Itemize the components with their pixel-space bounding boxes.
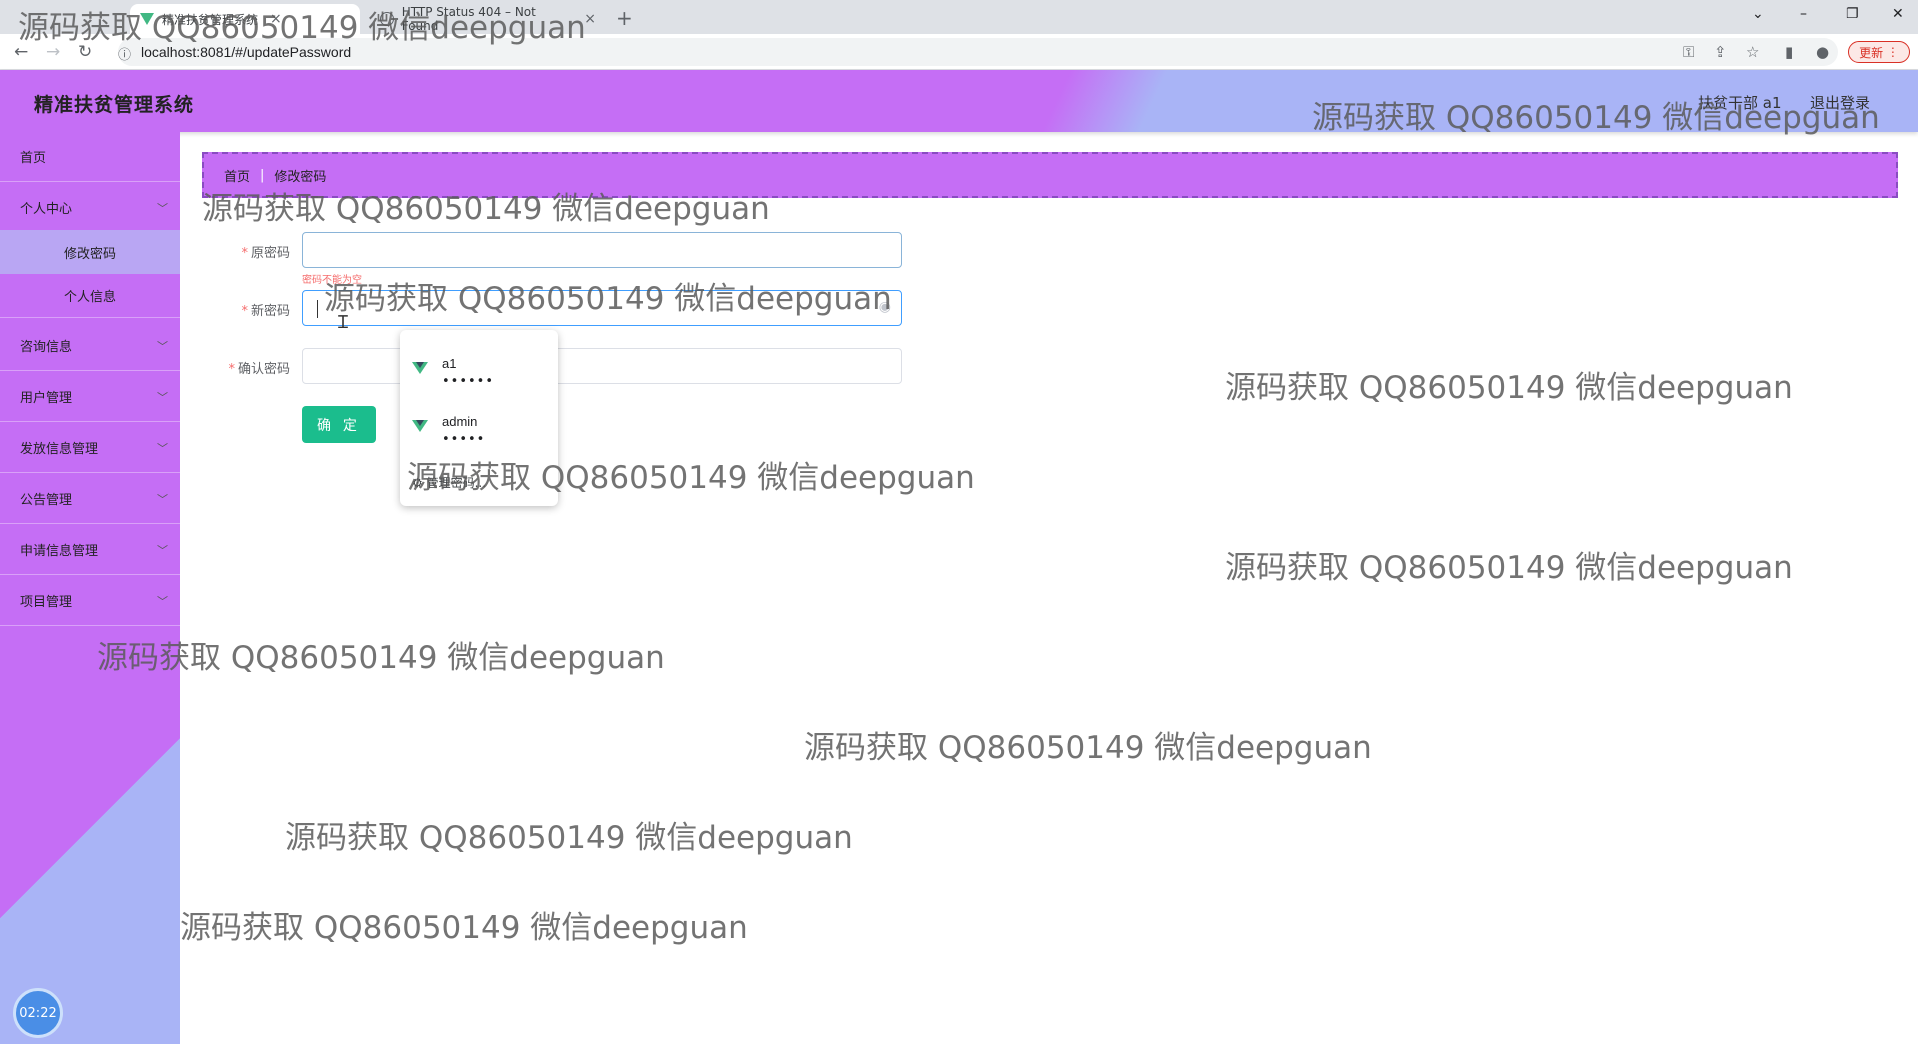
sidebar-item-label: 个人中心 [20, 202, 73, 217]
sidebar-item-label: 公告管理 [20, 493, 73, 508]
close-window-icon[interactable]: ✕ [1892, 6, 1904, 22]
watermark: 源码获取 QQ86050149 微信deepguan [97, 640, 665, 676]
clock-badge: 02:22 [13, 988, 63, 1038]
watermark: 源码获取 QQ86050149 微信deepguan [285, 820, 853, 856]
chevron-down-icon: ﹀ [157, 202, 168, 215]
sidebar-item-distribution[interactable]: 发放信息管理 ﹀ [0, 423, 180, 473]
confirm-password-input[interactable] [302, 348, 902, 384]
browser-tab-strip: 精准扶贫管理系统 × HTTP Status 404 – Not Found ×… [0, 0, 1918, 34]
sidepanel-icon[interactable]: ▮ [1785, 43, 1793, 61]
info-icon[interactable]: ⓘ [118, 44, 131, 63]
breadcrumb-separator: | [260, 167, 265, 183]
update-button[interactable]: 更新 ⋮ [1848, 41, 1910, 63]
chevron-down-icon: ﹀ [157, 544, 168, 557]
autofill-user: a1 [442, 356, 457, 371]
address-bar-row: ← → ↻ ⓘ localhost:8081/#/updatePassword … [0, 34, 1918, 70]
new-tab-button[interactable]: + [616, 6, 633, 30]
vue-icon [412, 362, 428, 374]
watermark: 源码获取 QQ86050149 微信deepguan [1225, 370, 1793, 406]
sidebar-item-personal-center[interactable]: 个人中心 ﹀ [0, 183, 180, 233]
new-password-label: * 新密码 [241, 304, 290, 319]
share-icon[interactable]: ⇪ [1714, 43, 1727, 61]
url-field[interactable]: ⓘ localhost:8081/#/updatePassword [118, 38, 1838, 66]
breadcrumb-current: 修改密码 [274, 169, 327, 185]
sidebar-item-projects[interactable]: 项目管理 ﹀ [0, 576, 180, 626]
tab-title: HTTP Status 404 – Not Found [401, 5, 536, 33]
sidebar-item-label: 申请信息管理 [20, 544, 99, 559]
update-label: 更新 [1859, 45, 1884, 60]
sidebar-item-home[interactable]: 首页 [0, 132, 180, 182]
watermark: 源码获取 QQ86050149 微信deepguan [1225, 550, 1793, 586]
url-text: localhost:8081/#/updatePassword [141, 44, 352, 60]
close-icon[interactable]: × [584, 11, 596, 27]
sidebar-item-change-password[interactable]: 修改密码 [0, 230, 180, 274]
tab-title: 精准扶贫管理系统 [162, 12, 259, 27]
chevron-down-icon: ﹀ [157, 391, 168, 404]
key-icon[interactable]: ⚿ [1683, 43, 1694, 61]
autofill-user: admin [442, 414, 478, 429]
tab-active[interactable]: 精准扶贫管理系统 × [130, 4, 360, 34]
globe-icon [380, 12, 394, 26]
chevron-down-icon: ﹀ [157, 493, 168, 506]
sidebar-item-personal-info[interactable]: 个人信息 [0, 274, 180, 318]
old-password-label: * 原密码 [241, 246, 290, 261]
chevron-down-icon[interactable]: ⌄ [1752, 6, 1764, 22]
old-password-row: * 原密码 [202, 232, 902, 270]
error-tip: 密码不能为空 [302, 275, 362, 286]
vue-icon [412, 420, 428, 432]
logout-button[interactable]: 退出登录 [1810, 92, 1870, 113]
key-icon: ⚙ [412, 476, 427, 490]
sidebar-item-label: 项目管理 [20, 595, 73, 610]
chevron-down-icon: ﹀ [157, 442, 168, 455]
reload-icon[interactable]: ↻ [78, 42, 92, 62]
breadcrumb-home[interactable]: 首页 [224, 166, 250, 185]
app-title: 精准扶贫管理系统 [34, 94, 195, 116]
vue-icon [140, 13, 154, 25]
forward-icon[interactable]: → [46, 42, 60, 62]
sidebar-item-label: 个人信息 [63, 290, 116, 305]
autofill-password: •••••• [442, 374, 495, 389]
sidebar-item-users[interactable]: 用户管理 ﹀ [0, 372, 180, 422]
sidebar-item-label: 修改密码 [63, 246, 116, 262]
profile-icon[interactable]: ● [1816, 43, 1829, 61]
eye-icon[interactable]: ◉ [879, 299, 891, 315]
sidebar-item-label: 用户管理 [20, 391, 73, 406]
star-icon[interactable]: ☆ [1746, 43, 1759, 61]
chevron-down-icon: ﹀ [157, 595, 168, 608]
watermark: 源码获取 QQ86050149 微信deepguan [180, 910, 748, 946]
autofill-item[interactable]: admin ••••• [400, 404, 558, 460]
manage-passwords-link[interactable]: ⚙ 管理密码... [412, 474, 486, 491]
minimize-icon[interactable]: – [1800, 6, 1807, 22]
chevron-down-icon: ﹀ [157, 340, 168, 353]
sidebar: 首页 个人中心 ﹀ 修改密码 个人信息 咨询信息 ﹀ 用户管理 ﹀ 发放信息管理 ﹀ 公… [0, 132, 180, 1044]
manage-label: 管理密码... [426, 476, 487, 490]
autofill-password: ••••• [442, 432, 486, 447]
sidebar-item-label: 发放信息管理 [20, 442, 99, 457]
sidebar-item-label: 首页 [20, 151, 47, 166]
old-password-input[interactable] [302, 232, 902, 268]
back-icon[interactable]: ← [14, 42, 28, 62]
submit-button[interactable]: 确 定 [302, 406, 376, 443]
password-autofill-popup: a1 •••••• admin ••••• ⚙ 管理密码... [400, 330, 558, 506]
sidebar-item-applications[interactable]: 申请信息管理 ﹀ [0, 525, 180, 575]
confirm-password-label: * 确认密码 [228, 362, 290, 377]
restore-icon[interactable]: ❐ [1846, 6, 1859, 22]
watermark: 源码获取 QQ86050149 微信deepguan [804, 730, 1372, 766]
sidebar-item-announcements[interactable]: 公告管理 ﹀ [0, 474, 180, 524]
close-icon[interactable]: × [270, 11, 282, 27]
autofill-item[interactable]: a1 •••••• [400, 346, 558, 402]
new-password-input[interactable]: ◉ [302, 290, 902, 326]
sidebar-item-label: 咨询信息 [20, 340, 73, 355]
ibeam-cursor-icon: Ɪ [338, 312, 349, 333]
tab-404[interactable]: HTTP Status 404 – Not Found × [370, 4, 606, 34]
new-password-row: * 新密码 ◉ [202, 290, 902, 328]
breadcrumb: 首页 | 修改密码 [202, 152, 1898, 198]
text-caret [317, 300, 318, 318]
app-header: 精准扶贫管理系统 扶贫干部 a1 退出登录 [0, 70, 1918, 132]
sidebar-item-consult[interactable]: 咨询信息 ﹀ [0, 321, 180, 371]
current-user: 扶贫干部 a1 [1698, 94, 1782, 112]
